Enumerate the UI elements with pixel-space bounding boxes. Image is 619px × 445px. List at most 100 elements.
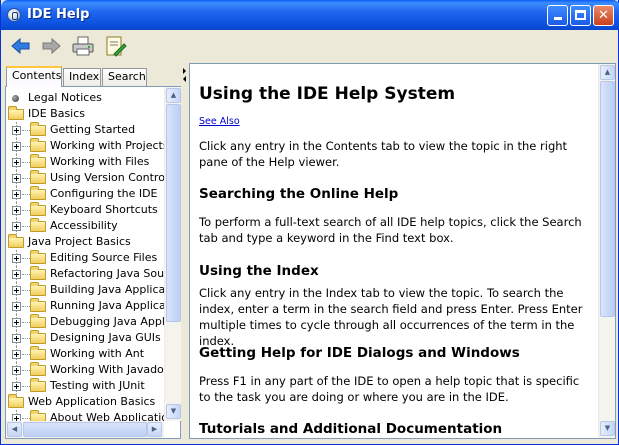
expand-plus-icon[interactable]: [12, 270, 21, 279]
expand-plus-icon[interactable]: [12, 158, 21, 167]
tree-guide-line: [22, 162, 30, 163]
splitter-right-arrow-icon[interactable]: [183, 68, 186, 74]
tree-guide-line: [22, 130, 30, 131]
tree-item[interactable]: Debugging Java Applica: [6, 314, 166, 330]
tree-item-label: Java Project Basics: [28, 235, 131, 248]
tree-item[interactable]: Testing with JUnit: [6, 378, 166, 394]
tree-item[interactable]: Getting Started: [6, 122, 166, 138]
expand-plus-icon[interactable]: [12, 350, 21, 359]
scroll-up-arrow-icon[interactable]: ▲: [166, 88, 181, 103]
tree-item-label: Refactoring Java Sourc: [50, 267, 166, 280]
tree-guide-line: [22, 178, 30, 179]
closed-book-folder-icon: [30, 378, 46, 392]
content-vertical-scrollbar[interactable]: ▲ ▼: [598, 64, 615, 438]
expand-plus-icon[interactable]: [12, 414, 21, 421]
closed-book-folder-icon: [30, 186, 46, 200]
page-setup-button[interactable]: [103, 35, 127, 57]
expand-plus-icon[interactable]: [12, 382, 21, 391]
tree-item[interactable]: Working with Files: [6, 154, 166, 170]
closed-book-folder-icon: [30, 410, 46, 421]
tree-item[interactable]: Running Java Applicati: [6, 298, 166, 314]
expand-plus-icon[interactable]: [12, 318, 21, 327]
tree-guide-line: [22, 274, 30, 275]
expand-plus-icon[interactable]: [12, 366, 21, 375]
tree-item[interactable]: Working With Javadoc: [6, 362, 166, 378]
section-heading-index: Using the Index: [199, 263, 319, 279]
expand-plus-icon[interactable]: [12, 334, 21, 343]
expand-plus-icon[interactable]: [12, 302, 21, 311]
content-scroll-down-arrow-icon[interactable]: ▼: [600, 421, 615, 436]
tree-guide-line: [22, 258, 30, 259]
tree-vertical-scrollbar[interactable]: ▲ ▼: [164, 87, 181, 421]
content-scroll-thumb[interactable]: [600, 81, 615, 317]
forward-button[interactable]: [39, 35, 63, 57]
expand-plus-icon[interactable]: [12, 222, 21, 231]
scroll-left-arrow-icon[interactable]: ◀: [7, 422, 22, 437]
tree-item[interactable]: About Web Applications: [6, 410, 166, 421]
scroll-down-arrow-icon[interactable]: ▼: [166, 404, 181, 419]
expand-plus-icon[interactable]: [12, 190, 21, 199]
tree-item[interactable]: Refactoring Java Sourc: [6, 266, 166, 282]
help-window: IDE Help ✕ Contents Index Search Legal N…: [0, 0, 619, 445]
splitter-left-arrow-icon[interactable]: [183, 76, 186, 82]
tree-item-label: Working with Projects: [50, 139, 166, 152]
print-button[interactable]: [71, 35, 95, 57]
closed-book-folder-icon: [30, 314, 46, 328]
contents-tree-panel: Legal Notices IDE Basics Getting Started Wo…: [5, 86, 181, 439]
contents-tree[interactable]: Legal Notices IDE Basics Getting Started Wo…: [6, 87, 166, 421]
expand-plus-icon[interactable]: [12, 142, 21, 151]
tree-scroll-thumb[interactable]: [166, 104, 181, 322]
maximize-button[interactable]: [570, 5, 591, 26]
tree-guide-line: [22, 146, 30, 147]
tree-item[interactable]: Configuring the IDE: [6, 186, 166, 202]
tree-item[interactable]: IDE Basics: [6, 106, 166, 122]
tree-item[interactable]: Legal Notices: [6, 90, 166, 106]
page-setup-icon: [106, 36, 127, 57]
content-scroll-up-arrow-icon[interactable]: ▲: [600, 65, 615, 80]
tree-item[interactable]: Keyboard Shortcuts: [6, 202, 166, 218]
close-button[interactable]: ✕: [593, 5, 614, 26]
tree-hscroll-thumb[interactable]: [23, 422, 147, 437]
tree-item-label: Designing Java GUIs: [50, 331, 161, 344]
tree-item[interactable]: Working with Projects: [6, 138, 166, 154]
expand-plus-icon[interactable]: [12, 126, 21, 135]
tree-item[interactable]: Editing Source Files: [6, 250, 166, 266]
tree-guide-line: [22, 354, 30, 355]
tree-item[interactable]: Building Java Applicatio: [6, 282, 166, 298]
tree-item[interactable]: Accessibility: [6, 218, 166, 234]
closed-book-folder-icon: [30, 218, 46, 232]
section-body-searching: To perform a full-text search of all IDE…: [199, 215, 582, 245]
tree-item[interactable]: Web Application Basics: [6, 394, 166, 410]
closed-book-folder-icon: [30, 122, 46, 136]
expand-plus-icon[interactable]: [12, 254, 21, 263]
expand-plus-icon[interactable]: [12, 206, 21, 215]
tree-item[interactable]: Using Version Control w: [6, 170, 166, 186]
closed-book-folder-icon: [30, 282, 46, 296]
pane-splitter[interactable]: [181, 66, 189, 439]
scroll-right-arrow-icon[interactable]: ▶: [147, 422, 162, 437]
expand-plus-icon[interactable]: [12, 174, 21, 183]
back-button[interactable]: [9, 35, 33, 57]
closed-book-folder-icon: [30, 330, 46, 344]
expand-plus-icon[interactable]: [12, 286, 21, 295]
see-also-link[interactable]: See Also: [199, 116, 240, 127]
title-bar[interactable]: IDE Help ✕: [1, 0, 619, 30]
tab-contents[interactable]: Contents: [6, 66, 62, 87]
window-title: IDE Help: [27, 7, 90, 22]
page-title: Using the IDE Help System: [199, 84, 456, 104]
tree-item[interactable]: Working with Ant: [6, 346, 166, 362]
closed-book-folder-icon: [30, 362, 46, 376]
tree-item-label: Getting Started: [50, 123, 136, 136]
help-app-icon: [7, 8, 21, 22]
tree-item[interactable]: Designing Java GUIs: [6, 330, 166, 346]
tab-search[interactable]: Search: [102, 68, 147, 86]
tree-horizontal-scrollbar[interactable]: ◀ ▶: [6, 421, 164, 438]
tree-item[interactable]: Java Project Basics: [6, 234, 166, 250]
tree-item-label: About Web Applications: [50, 411, 166, 421]
closed-book-folder-icon: [30, 298, 46, 312]
minimize-icon: [553, 17, 562, 20]
back-arrow-icon: [11, 37, 30, 55]
minimize-button[interactable]: [547, 5, 568, 26]
tab-index[interactable]: Index: [63, 68, 101, 86]
closed-book-folder-icon: [30, 202, 46, 216]
